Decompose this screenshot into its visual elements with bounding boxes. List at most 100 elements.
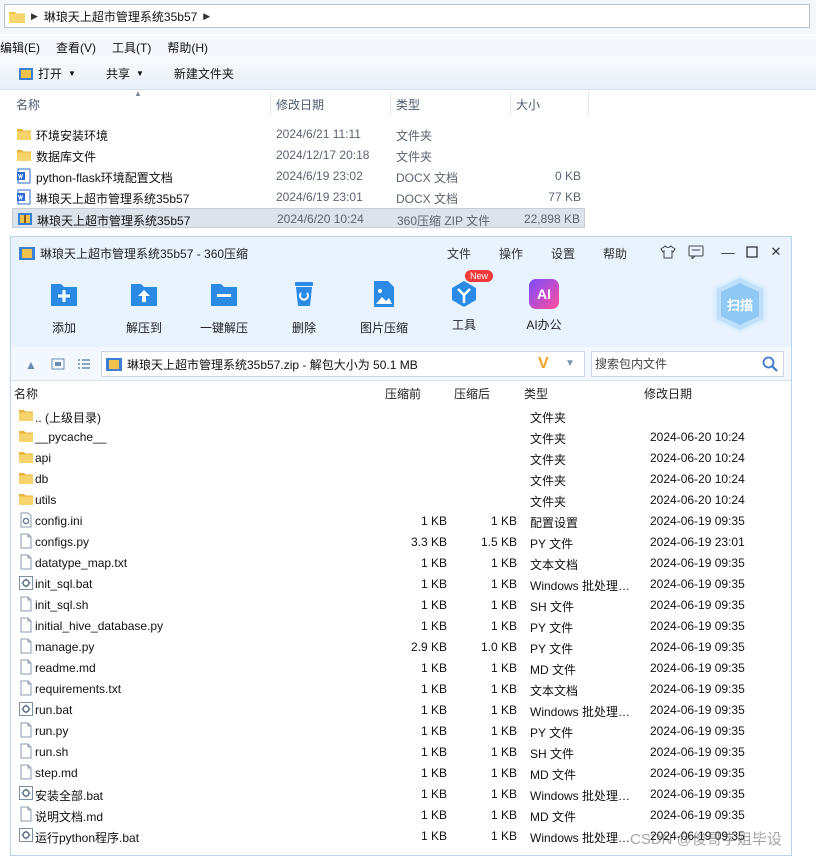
extract-to-button[interactable]: 解压到 — [108, 279, 180, 336]
ai-office-button[interactable]: AI AI办公 — [508, 279, 580, 333]
entry-name: run.bat — [35, 703, 73, 717]
entry-name: utils — [35, 493, 57, 507]
zip-header: 琳琅天上超市管理系统35b57 - 360压缩 文件 操作 设置 帮助 — ✕ … — [11, 237, 791, 347]
menu-help[interactable]: 帮助(H) — [167, 39, 208, 56]
chevron-right-icon[interactable]: ▶ — [31, 11, 38, 22]
column-divider[interactable] — [588, 92, 589, 116]
file-icon — [20, 743, 32, 759]
menu-view[interactable]: 查看(V) — [56, 39, 96, 56]
entry-date: 2024-06-19 09:35 — [650, 682, 745, 696]
archive-entry-row[interactable]: init_sql.bat 1 KB 1 KB Windows 批处理文件 2024-06… — [11, 573, 791, 594]
archive-entry-row[interactable]: config.ini 1 KB 1 KB 配置设置 2024-06-19 09:35 — [11, 510, 791, 531]
column-divider[interactable] — [390, 92, 391, 116]
archive-entry-row[interactable]: 安装全部.bat 1 KB 1 KB Windows 批处理文件 2024-06-19 … — [11, 783, 791, 804]
image-compress-button[interactable]: 图片压缩 — [348, 279, 420, 336]
chevron-right-icon[interactable]: ▶ — [203, 11, 210, 22]
column-divider[interactable] — [270, 92, 271, 116]
entry-size-before: 3.3 KB — [410, 535, 447, 549]
archive-entry-row[interactable]: readme.md 1 KB 1 KB MD 文件 2024-06-19 09:35 — [11, 657, 791, 678]
add-button[interactable]: 添加 — [28, 279, 100, 336]
entry-type: 文件夹 — [530, 411, 567, 425]
maximize-icon[interactable] — [743, 243, 761, 261]
entry-size-after: 1 KB — [490, 703, 517, 717]
verified-v-icon[interactable]: V — [538, 355, 549, 373]
zip-menu-help[interactable]: 帮助 — [603, 245, 627, 262]
share-button[interactable]: 共享 ▼ — [106, 65, 144, 82]
search-input[interactable] — [592, 352, 752, 376]
close-icon[interactable]: ✕ — [767, 243, 785, 261]
breadcrumb[interactable]: 琳琅天上超市管理系统35b57 — [44, 8, 197, 25]
entry-type: Windows 批处理文件 — [530, 789, 636, 803]
address-input[interactable]: ▶ 琳琅天上超市管理系统35b57 ▶ — [4, 4, 810, 28]
column-date[interactable]: 修改日期 — [644, 385, 692, 402]
archive-entry-row[interactable]: utils 文件夹 2024-06-20 10:24 — [11, 489, 791, 510]
column-compressed-after[interactable]: 压缩后 — [454, 385, 490, 402]
entry-type: PY 文件 — [530, 537, 574, 551]
entry-type: Windows 批处理文件 — [530, 831, 636, 845]
archive-entry-row[interactable]: run.py 1 KB 1 KB PY 文件 2024-06-19 09:35 — [11, 720, 791, 741]
file-name: 数据库文件 — [36, 150, 97, 164]
column-date[interactable]: 修改日期 — [276, 96, 324, 113]
open-button[interactable]: 打开 ▼ — [18, 65, 76, 82]
entry-date: 2024-06-19 09:35 — [650, 787, 745, 801]
archive-entry-row[interactable]: step.md 1 KB 1 KB MD 文件 2024-06-19 09:35 — [11, 762, 791, 783]
column-divider[interactable] — [510, 92, 511, 116]
archive-entry-row[interactable]: requirements.txt 1 KB 1 KB 文本文档 2024-06-19 0… — [11, 678, 791, 699]
file-row[interactable]: 数据库文件 2024/12/17 20:18 文件夹 — [12, 145, 585, 165]
zip-menu-operate[interactable]: 操作 — [499, 245, 523, 262]
menu-edit[interactable]: 编辑(E) — [0, 39, 40, 56]
scan-button[interactable]: 扫描 — [709, 273, 771, 335]
entry-size-after: 1 KB — [490, 682, 517, 696]
word-doc-icon — [17, 189, 31, 205]
zip-menu-file[interactable]: 文件 — [447, 245, 471, 262]
archive-entry-row[interactable]: init_sql.sh 1 KB 1 KB SH 文件 2024-06-19 09:35 — [11, 594, 791, 615]
list-view-icon[interactable] — [77, 358, 91, 370]
delete-button[interactable]: 删除 — [268, 279, 340, 336]
archive-entry-row[interactable]: 说明文档.md 1 KB 1 KB MD 文件 2024-06-19 09:35 — [11, 804, 791, 825]
tools-button[interactable]: New 工具 — [428, 270, 500, 333]
archive-entry-row[interactable]: api 文件夹 2024-06-20 10:24 — [11, 447, 791, 468]
ai-office-icon: AI — [529, 279, 559, 309]
up-arrow-icon[interactable]: ▲ — [25, 358, 37, 372]
archive-entry-row[interactable]: configs.py 3.3 KB 1.5 KB PY 文件 2024-06-19 23… — [11, 531, 791, 552]
column-name[interactable]: 名称 — [16, 96, 40, 113]
file-row[interactable]: python-flask环境配置文档 2024/6/19 23:02 DOCX 文档… — [12, 166, 585, 186]
search-box[interactable] — [591, 351, 784, 377]
chevron-down-icon[interactable]: ▼ — [565, 358, 575, 369]
archive-path-field[interactable]: 琳琅天上超市管理系统35b57.zip - 解包大小为 50.1 MB V ▼ — [101, 351, 585, 377]
entry-size-after: 1 KB — [490, 577, 517, 591]
one-click-extract-button[interactable]: 一键解压 — [188, 279, 260, 336]
feedback-icon[interactable] — [687, 243, 705, 261]
archive-entry-row[interactable]: manage.py 2.9 KB 1.0 KB PY 文件 2024-06-19 09:… — [11, 636, 791, 657]
column-compressed-before[interactable]: 压缩前 — [385, 385, 421, 402]
skin-shirt-icon[interactable] — [659, 243, 677, 261]
archive-entry-row[interactable]: db 文件夹 2024-06-20 10:24 — [11, 468, 791, 489]
archive-entry-row[interactable]: run.bat 1 KB 1 KB Windows 批处理文件 2024-06-19 0… — [11, 699, 791, 720]
entry-size-after: 1 KB — [490, 724, 517, 738]
archive-entry-row[interactable]: .. (上级目录) 文件夹 — [11, 405, 791, 426]
menu-tools[interactable]: 工具(T) — [112, 39, 151, 56]
archive-entry-row[interactable]: datatype_map.txt 1 KB 1 KB 文本文档 2024-06-19 0… — [11, 552, 791, 573]
entry-size-before: 1 KB — [420, 598, 447, 612]
archive-entry-row[interactable]: initial_hive_database.py 1 KB 1 KB PY 文件 202… — [11, 615, 791, 636]
archive-entry-row[interactable]: __pycache__ 文件夹 2024-06-20 10:24 — [11, 426, 791, 447]
entry-size-before: 1 KB — [420, 724, 447, 738]
file-row[interactable]: 环境安装环境 2024/6/21 11:11 文件夹 — [12, 124, 585, 144]
column-type[interactable]: 类型 — [524, 385, 548, 402]
extract-to-label: 解压到 — [125, 321, 162, 335]
file-row[interactable]: 琳琅天上超市管理系统35b57 2024/6/19 23:01 DOCX 文档 77 … — [12, 187, 585, 207]
search-icon[interactable] — [762, 356, 778, 372]
file-row[interactable]: 琳琅天上超市管理系统35b57 2024/6/20 10:24 360压缩 ZIP … — [12, 208, 585, 228]
column-size[interactable]: 大小 — [516, 96, 540, 113]
new-folder-button[interactable]: 新建文件夹 — [174, 65, 234, 82]
tools-icon-wrap: New — [449, 270, 494, 309]
column-type[interactable]: 类型 — [396, 96, 420, 113]
minimize-icon[interactable]: — — [719, 243, 737, 261]
folder-icon — [19, 431, 33, 442]
entry-type: MD 文件 — [530, 768, 576, 782]
zip-menu-settings[interactable]: 设置 — [551, 245, 575, 262]
thumbnail-view-icon[interactable] — [51, 358, 65, 370]
entry-size-after: 1 KB — [490, 745, 517, 759]
archive-entry-row[interactable]: run.sh 1 KB 1 KB SH 文件 2024-06-19 09:35 — [11, 741, 791, 762]
column-name[interactable]: 名称 — [14, 385, 38, 402]
